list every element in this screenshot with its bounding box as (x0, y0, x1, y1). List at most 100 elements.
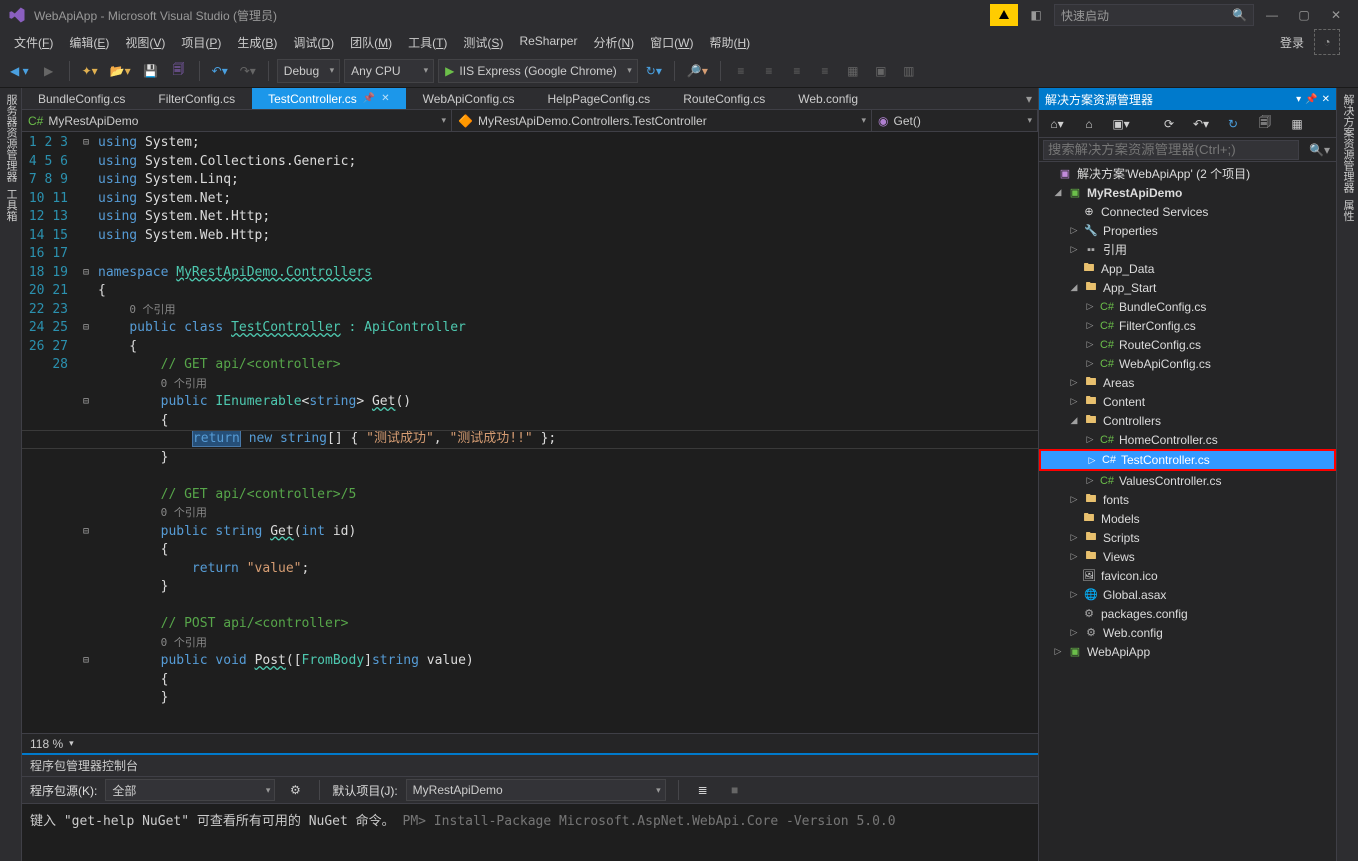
home-button[interactable]: ⌂▾ (1045, 112, 1069, 136)
tree-project[interactable]: ▷▣WebApiApp (1039, 642, 1336, 661)
tree-item[interactable]: ▷🔧Properties (1039, 221, 1336, 240)
tree-item[interactable]: ▷C#HomeController.cs (1039, 430, 1336, 449)
browser-refresh-button[interactable]: ↻▾ (642, 59, 666, 83)
tree-item[interactable]: ▷🖿Scripts (1039, 528, 1336, 547)
run-button[interactable]: ▶IIS Express (Google Chrome) (438, 59, 638, 83)
tree-item[interactable]: ▷C#WebApiConfig.cs (1039, 354, 1336, 373)
tree-item[interactable]: ▷🖿Views (1039, 547, 1336, 566)
code-editor[interactable]: 1 2 3 4 5 6 7 8 9 10 11 12 13 14 15 16 1… (22, 132, 1038, 733)
console-settings-button[interactable]: ⚙ (283, 778, 307, 802)
platform-dropdown[interactable]: Any CPU (344, 59, 434, 83)
close-icon[interactable]: ✕ (381, 93, 389, 104)
menu-item[interactable]: 团队(M) (342, 32, 400, 53)
tree-project[interactable]: ◢▣MyRestApiDemo (1039, 183, 1336, 202)
console-src-dropdown[interactable]: 全部 (105, 779, 275, 801)
solution-search-input[interactable] (1043, 140, 1299, 160)
gutter-fold[interactable]: ⊟⊟⊟⊟⊟⊟ (78, 132, 94, 733)
sign-in-button[interactable]: 登录◔ (1268, 27, 1352, 57)
new-project-button[interactable]: ✦▾ (78, 59, 102, 83)
tree-item[interactable]: ▷▪▪引用 (1039, 240, 1336, 259)
tree-item[interactable]: ▷🖿fonts (1039, 490, 1336, 509)
tree-item[interactable]: ▷C#RouteConfig.cs (1039, 335, 1336, 354)
outdent-button[interactable]: ≡ (813, 59, 837, 83)
nav-member-dropdown[interactable]: ◉Get() (872, 110, 1038, 131)
nav-fwd-button[interactable]: ▶ (37, 59, 61, 83)
document-tab[interactable]: WebApiConfig.cs (407, 88, 532, 109)
menu-item[interactable]: 文件(F) (6, 32, 61, 53)
format-button[interactable]: ▣ (869, 59, 893, 83)
panel-pin-icon[interactable]: 📌 (1305, 94, 1317, 105)
close-button[interactable]: ✕ (1322, 4, 1350, 26)
solution-search[interactable]: 🔍▾ (1039, 138, 1336, 162)
document-tab[interactable]: FilterConfig.cs (142, 88, 252, 109)
maximize-button[interactable]: ▢ (1290, 4, 1318, 26)
tree-item[interactable]: ◢🖿App_Start (1039, 278, 1336, 297)
console-clear-button[interactable]: ≣ (691, 778, 715, 802)
open-button[interactable]: 📂▾ (106, 59, 135, 83)
panel-close-icon[interactable]: ✕ (1322, 94, 1330, 105)
sync-button[interactable]: ⟳ (1157, 112, 1181, 136)
right-dock[interactable]: 解决方案资源管理器 属性 (1336, 88, 1358, 861)
save-button[interactable]: 💾 (139, 59, 163, 83)
find-button[interactable]: 🔎▾ (683, 59, 712, 83)
menu-item[interactable]: 视图(V) (117, 32, 173, 53)
bookmark-button[interactable]: ▦ (841, 59, 865, 83)
tree-item[interactable]: ▷C#ValuesController.cs (1039, 471, 1336, 490)
collapse-button[interactable]: ▣▾ (1109, 112, 1133, 136)
menu-item[interactable]: 帮助(H) (701, 32, 758, 53)
tree-item[interactable]: 🖿App_Data (1039, 259, 1336, 278)
document-tab[interactable]: TestController.cs📌✕ (252, 88, 407, 109)
menu-item[interactable]: 调试(D) (285, 32, 342, 53)
notification-button[interactable] (990, 4, 1018, 26)
tree-item-selected[interactable]: ▷C#TestController.cs (1039, 449, 1336, 471)
pin-icon[interactable]: 📌 (363, 93, 375, 104)
tree-item[interactable]: 🖼favicon.ico (1039, 566, 1336, 585)
redo-button[interactable]: ↷▾ (236, 59, 260, 83)
menu-item[interactable]: 分析(N) (585, 32, 642, 53)
console-output[interactable]: 键入 "get-help NuGet" 可查看所有可用的 NuGet 命令。 P… (22, 804, 1038, 861)
console-stop-button[interactable]: ■ (723, 778, 747, 802)
document-tab[interactable]: HelpPageConfig.cs (531, 88, 667, 109)
home2-button[interactable]: ⌂ (1077, 112, 1101, 136)
properties-button[interactable]: ▦ (1285, 112, 1309, 136)
back-button[interactable]: ↶▾ (1189, 112, 1213, 136)
tree-item[interactable]: ▷C#FilterConfig.cs (1039, 316, 1336, 335)
menu-item[interactable]: 生成(B) (229, 32, 285, 53)
toggle-button[interactable]: ▥ (897, 59, 921, 83)
showall-button[interactable]: 🗐 (1253, 112, 1277, 136)
document-tab[interactable]: BundleConfig.cs (22, 88, 142, 109)
nav-class-dropdown[interactable]: 🔶MyRestApiDemo.Controllers.TestControlle… (452, 110, 872, 131)
config-dropdown[interactable]: Debug (277, 59, 340, 83)
indent-button[interactable]: ≡ (785, 59, 809, 83)
tree-item[interactable]: ⚙packages.config (1039, 604, 1336, 623)
left-dock[interactable]: 服务器资源管理器 工具箱 (0, 88, 22, 861)
minimize-button[interactable]: — (1258, 4, 1286, 26)
comment-button[interactable]: ≡ (729, 59, 753, 83)
code-content[interactable]: using System; using System.Collections.G… (94, 132, 1038, 733)
menu-item[interactable]: 窗口(W) (642, 32, 701, 53)
tree-item[interactable]: ▷🖿Content (1039, 392, 1336, 411)
tree-item[interactable]: ▷⚙Web.config (1039, 623, 1336, 642)
tree-item[interactable]: 🖿Models (1039, 509, 1336, 528)
tree-item[interactable]: ⊕Connected Services (1039, 202, 1336, 221)
menu-item[interactable]: 测试(S) (455, 32, 511, 53)
tree-solution[interactable]: ▣解决方案'WebApiApp' (2 个项目) (1039, 164, 1336, 183)
tree-item[interactable]: ▷🌐Global.asax (1039, 585, 1336, 604)
zoom-dropdown[interactable]: 118 % (30, 737, 63, 751)
tab-overflow-button[interactable]: ▾ (1020, 88, 1038, 109)
menu-item[interactable]: ReSharper (511, 32, 585, 53)
menu-item[interactable]: 工具(T) (400, 32, 455, 53)
panel-dropdown-icon[interactable]: ▾ (1296, 94, 1301, 105)
menu-item[interactable]: 项目(P) (173, 32, 229, 53)
undo-button[interactable]: ↶▾ (208, 59, 232, 83)
solution-tree[interactable]: ▣解决方案'WebApiApp' (2 个项目) ◢▣MyRestApiDemo… (1039, 162, 1336, 861)
tree-item[interactable]: ▷C#BundleConfig.cs (1039, 297, 1336, 316)
nav-back-button[interactable]: ◀ ▾ (6, 59, 33, 83)
quick-launch-input[interactable]: 快速启动🔍 (1054, 4, 1254, 26)
save-all-button[interactable]: 🗐 (167, 59, 191, 83)
menu-item[interactable]: 编辑(E) (61, 32, 117, 53)
tree-item[interactable]: ◢🖿Controllers (1039, 411, 1336, 430)
document-tab[interactable]: Web.config (782, 88, 875, 109)
refresh-button[interactable]: ↻ (1221, 112, 1245, 136)
document-tab[interactable]: RouteConfig.cs (667, 88, 782, 109)
